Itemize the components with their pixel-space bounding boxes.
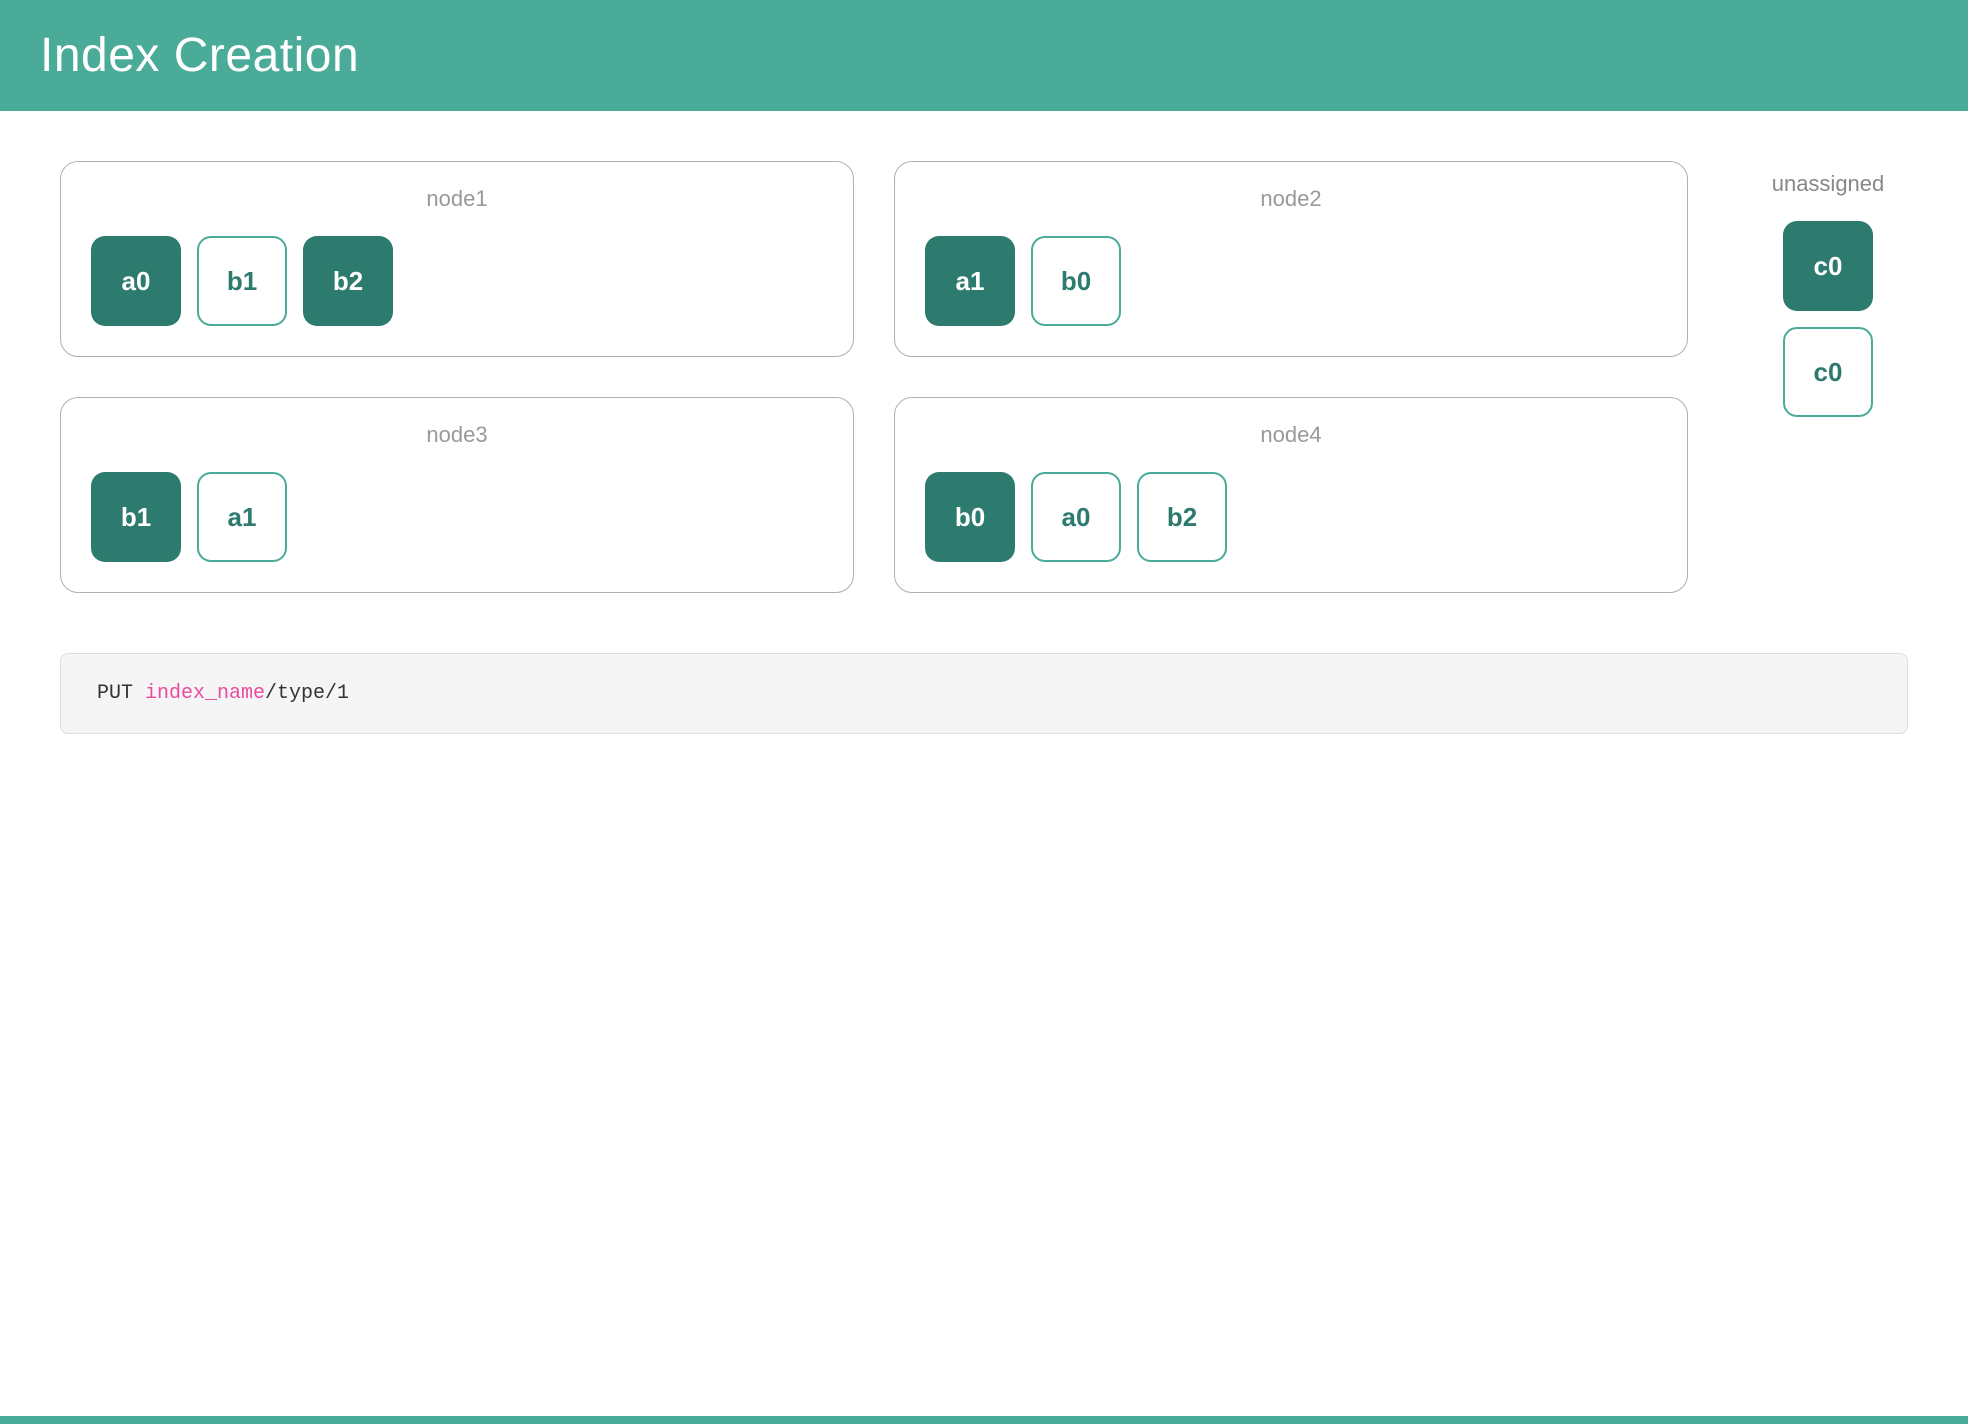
shard-node4-a0[interactable]: a0 — [1031, 472, 1121, 562]
bottom-bar — [0, 1416, 1968, 1424]
code-block: PUT index_name/type/1 — [60, 653, 1908, 734]
shards-area-node2: a1b0 — [925, 236, 1657, 326]
shard-node4-b0[interactable]: b0 — [925, 472, 1015, 562]
shard-node1-b1[interactable]: b1 — [197, 236, 287, 326]
page-header: Index Creation — [0, 0, 1968, 111]
shard-node1-b2[interactable]: b2 — [303, 236, 393, 326]
page-title: Index Creation — [40, 28, 1928, 83]
shard-node3-b1[interactable]: b1 — [91, 472, 181, 562]
node-title-node2: node2 — [925, 186, 1657, 212]
unassigned-shards: c0c0 — [1783, 221, 1873, 417]
code-index-name: index_name — [145, 682, 265, 705]
shards-area-node1: a0b1b2 — [91, 236, 823, 326]
main-content: node1a0b1b2node2a1b0node3b1a1node4b0a0b2… — [0, 111, 1968, 623]
code-suffix: /type/1 — [265, 682, 349, 705]
shards-area-node3: b1a1 — [91, 472, 823, 562]
shards-area-node4: b0a0b2 — [925, 472, 1657, 562]
unassigned-shard-0[interactable]: c0 — [1783, 221, 1873, 311]
shard-node4-b2[interactable]: b2 — [1137, 472, 1227, 562]
node-node3: node3 b1a1 — [60, 397, 854, 593]
shard-node2-a1[interactable]: a1 — [925, 236, 1015, 326]
nodes-grid: node1a0b1b2node2a1b0node3b1a1node4b0a0b2 — [60, 161, 1688, 593]
node-node2: node2 a1b0 — [894, 161, 1688, 357]
node-node1: node1 a0b1b2 — [60, 161, 854, 357]
node-node4: node4 b0a0b2 — [894, 397, 1688, 593]
node-title-node4: node4 — [925, 422, 1657, 448]
unassigned-section: unassigned c0c0 — [1748, 161, 1908, 417]
node-title-node3: node3 — [91, 422, 823, 448]
shard-node3-a1[interactable]: a1 — [197, 472, 287, 562]
unassigned-title: unassigned — [1772, 171, 1885, 197]
code-put-prefix: PUT — [97, 682, 145, 705]
shard-node2-b0[interactable]: b0 — [1031, 236, 1121, 326]
node-title-node1: node1 — [91, 186, 823, 212]
shard-node1-a0[interactable]: a0 — [91, 236, 181, 326]
unassigned-shard-1[interactable]: c0 — [1783, 327, 1873, 417]
